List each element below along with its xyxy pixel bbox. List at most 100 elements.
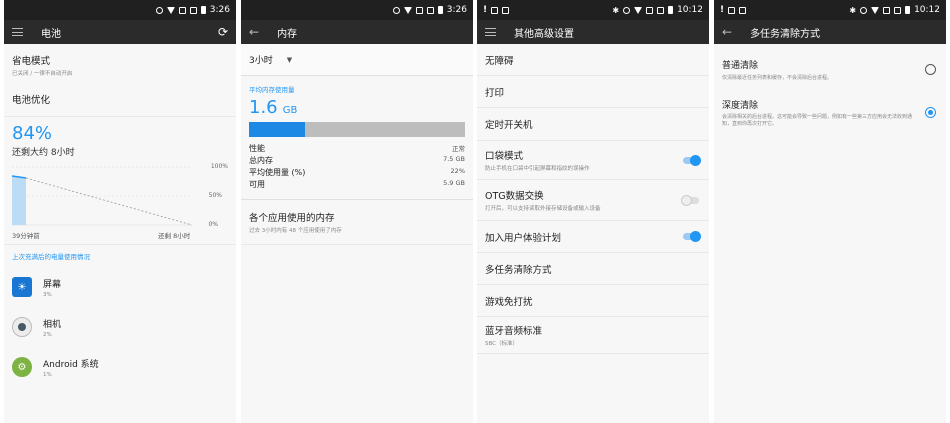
back-arrow-icon[interactable]: ←	[249, 25, 259, 39]
deep-clear-radio[interactable]	[925, 107, 936, 118]
usage-item-name: Android 系统	[43, 359, 99, 370]
usage-item-android-system[interactable]: ⚙ Android 系统 1%	[4, 347, 236, 387]
refresh-icon[interactable]: ⟳	[218, 25, 228, 39]
memory-stats: 性能 正常 总内存 7.5 GB 平均使用量 (%) 22% 可用 5.9 GB	[241, 137, 473, 200]
screen-icon: ☀	[12, 277, 32, 297]
settings-list: 无障碍 打印 定时开关机 口袋模式 防止手机在口袋中引起屏幕和指纹的误操作 OT…	[477, 44, 709, 354]
vibrate-icon	[860, 6, 868, 14]
settings-item-title: 无障碍	[485, 55, 514, 67]
back-arrow-icon[interactable]: ←	[722, 25, 732, 39]
stat-row: 性能 正常	[249, 143, 465, 155]
battery-remaining: 还剩大约 8小时	[12, 148, 75, 158]
chart-start-label: 39分钟前	[12, 232, 40, 240]
status-time: 10:12	[677, 5, 703, 15]
battery-summary: 84% 还剩大约 8小时	[4, 117, 236, 158]
axis-0: 0%	[208, 221, 218, 228]
stat-value: 22%	[450, 167, 465, 175]
apps-memory-title: 各个应用使用的内存	[249, 213, 335, 224]
settings-item-title: 定时开关机	[485, 120, 533, 131]
memory-summary: 平均内存使用量 1.6 GB	[241, 76, 473, 137]
apps-memory-subtitle: 过去 3小时内有 48 个应用使用了内存	[249, 228, 342, 234]
stat-label: 可用	[249, 180, 265, 189]
option-deep-clear[interactable]: 深度清除 会清除相关的后台进程。这可能会导致一些问题，例如有一些第三方应用会无法…	[714, 88, 946, 148]
stat-value: 7.5 GB	[443, 155, 465, 163]
pocket-mode-toggle[interactable]	[683, 155, 701, 166]
stat-label: 性能	[249, 144, 265, 153]
battery-percent: 84%	[12, 123, 53, 144]
page-title: 其他高级设置	[514, 28, 574, 40]
android-system-icon: ⚙	[12, 357, 32, 377]
settings-item-otg[interactable]: OTG数据交换 打开后，可以支持读取外接存储设备或输入设备	[477, 180, 709, 221]
settings-item-bluetooth-audio[interactable]: 蓝牙音频标准 SBC（标准）	[477, 317, 709, 354]
axis-100: 100%	[210, 163, 228, 170]
vibrate-icon	[623, 6, 631, 14]
usage-item-name: 相机	[43, 319, 62, 330]
vibrate-icon	[392, 6, 400, 14]
camera-icon	[12, 317, 32, 337]
settings-item-title: 加入用户体验计划	[485, 232, 562, 244]
battery-optimization-item[interactable]: 电池优化	[4, 86, 236, 117]
notification-icon	[491, 6, 499, 14]
usage-item-name: 屏幕	[43, 279, 62, 290]
memory-usage-fill	[249, 122, 306, 137]
settings-item-pocket-mode[interactable]: 口袋模式 防止手机在口袋中引起屏幕和指纹的误操作	[477, 141, 709, 180]
app-bar: ← 多任务清除方式	[714, 20, 946, 44]
menu-icon[interactable]	[485, 28, 496, 36]
time-range-select[interactable]: 3小时 ▼	[241, 44, 473, 76]
status-bar: ! ✱ 10:12	[714, 0, 946, 20]
no-sim-icon-2	[426, 6, 434, 14]
settings-item-title: 打印	[485, 87, 505, 99]
settings-item-multitask-clear[interactable]: 多任务清除方式	[477, 253, 709, 285]
alert-icon: !	[720, 5, 725, 15]
no-sim-icon-2	[894, 6, 902, 14]
multitask-clear-screen: ! ✱ 10:12 ← 多任务清除方式 普通清除 仅清除最近任务列表和缓存，不会…	[714, 0, 946, 423]
page-title: 电池	[41, 28, 61, 40]
usage-section: 上次充满后的电量使用情况	[4, 244, 236, 267]
memory-usage-bar	[249, 122, 465, 137]
bluetooth-icon: ✱	[849, 5, 857, 15]
usage-header: 上次充满后的电量使用情况	[12, 253, 90, 261]
usage-item-screen[interactable]: ☀ 屏幕 3%	[4, 267, 236, 307]
option-title: 普通清除	[722, 61, 759, 71]
avg-usage-label: 平均内存使用量	[249, 86, 295, 94]
power-saving-subtitle: 已关闭 / 一律不自动开启	[12, 71, 73, 77]
apps-memory-item[interactable]: 各个应用使用的内存 过去 3小时内有 48 个应用使用了内存	[241, 200, 473, 245]
dropdown-arrow-icon: ▼	[286, 55, 293, 64]
settings-item-subtitle: 打开后，可以支持读取外接存储设备或输入设备	[485, 206, 601, 212]
settings-item-accessibility[interactable]: 无障碍	[477, 44, 709, 76]
settings-item-title: 多任务清除方式	[485, 264, 552, 276]
normal-clear-radio[interactable]	[925, 64, 936, 75]
no-sim-icon	[178, 6, 186, 14]
battery-icon	[905, 6, 911, 14]
user-experience-toggle[interactable]	[683, 231, 701, 242]
status-time: 10:12	[914, 5, 940, 15]
battery-graph	[12, 166, 193, 226]
usage-item-camera[interactable]: 相机 2%	[4, 307, 236, 347]
settings-item-print[interactable]: 打印	[477, 76, 709, 108]
usage-item-pct: 3%	[43, 291, 52, 298]
settings-item-scheduled-power[interactable]: 定时开关机	[477, 108, 709, 141]
axis-50: 50%	[208, 192, 222, 199]
status-bar: ! ✱ 10:12	[477, 0, 709, 20]
app-bar: ← 内存	[241, 20, 473, 44]
otg-toggle[interactable]	[681, 195, 699, 206]
status-time: 3:26	[446, 5, 467, 15]
advanced-settings-screen: ! ✱ 10:12 其他高级设置 无障碍 打印 定时开关机 口袋模式 防止手机在…	[477, 0, 709, 423]
no-sim-icon	[646, 6, 654, 14]
no-sim-icon-2	[657, 6, 665, 14]
notification-icon-2	[739, 6, 747, 14]
menu-icon[interactable]	[12, 28, 23, 36]
vibrate-icon	[155, 6, 163, 14]
settings-item-game-dnd[interactable]: 游戏免打扰	[477, 285, 709, 317]
settings-item-user-experience[interactable]: 加入用户体验计划	[477, 221, 709, 253]
screenshot-collage: 3:26 电池 ⟳ 省电模式 已关闭 / 一律不自动开启 电池优化 84% 还剩…	[0, 0, 950, 423]
battery-screen: 3:26 电池 ⟳ 省电模式 已关闭 / 一律不自动开启 电池优化 84% 还剩…	[4, 0, 236, 423]
option-title: 深度清除	[722, 101, 759, 111]
avg-usage-unit: GB	[282, 105, 298, 116]
stat-row: 可用 5.9 GB	[249, 179, 465, 191]
chart-end-label: 还剩 8小时	[158, 232, 191, 240]
usage-item-pct: 2%	[43, 331, 52, 338]
stat-row: 平均使用量 (%) 22%	[249, 167, 465, 179]
power-saving-item[interactable]: 省电模式 已关闭 / 一律不自动开启	[4, 44, 236, 86]
option-normal-clear[interactable]: 普通清除 仅清除最近任务列表和缓存，不会清除后台进程。	[714, 44, 946, 88]
